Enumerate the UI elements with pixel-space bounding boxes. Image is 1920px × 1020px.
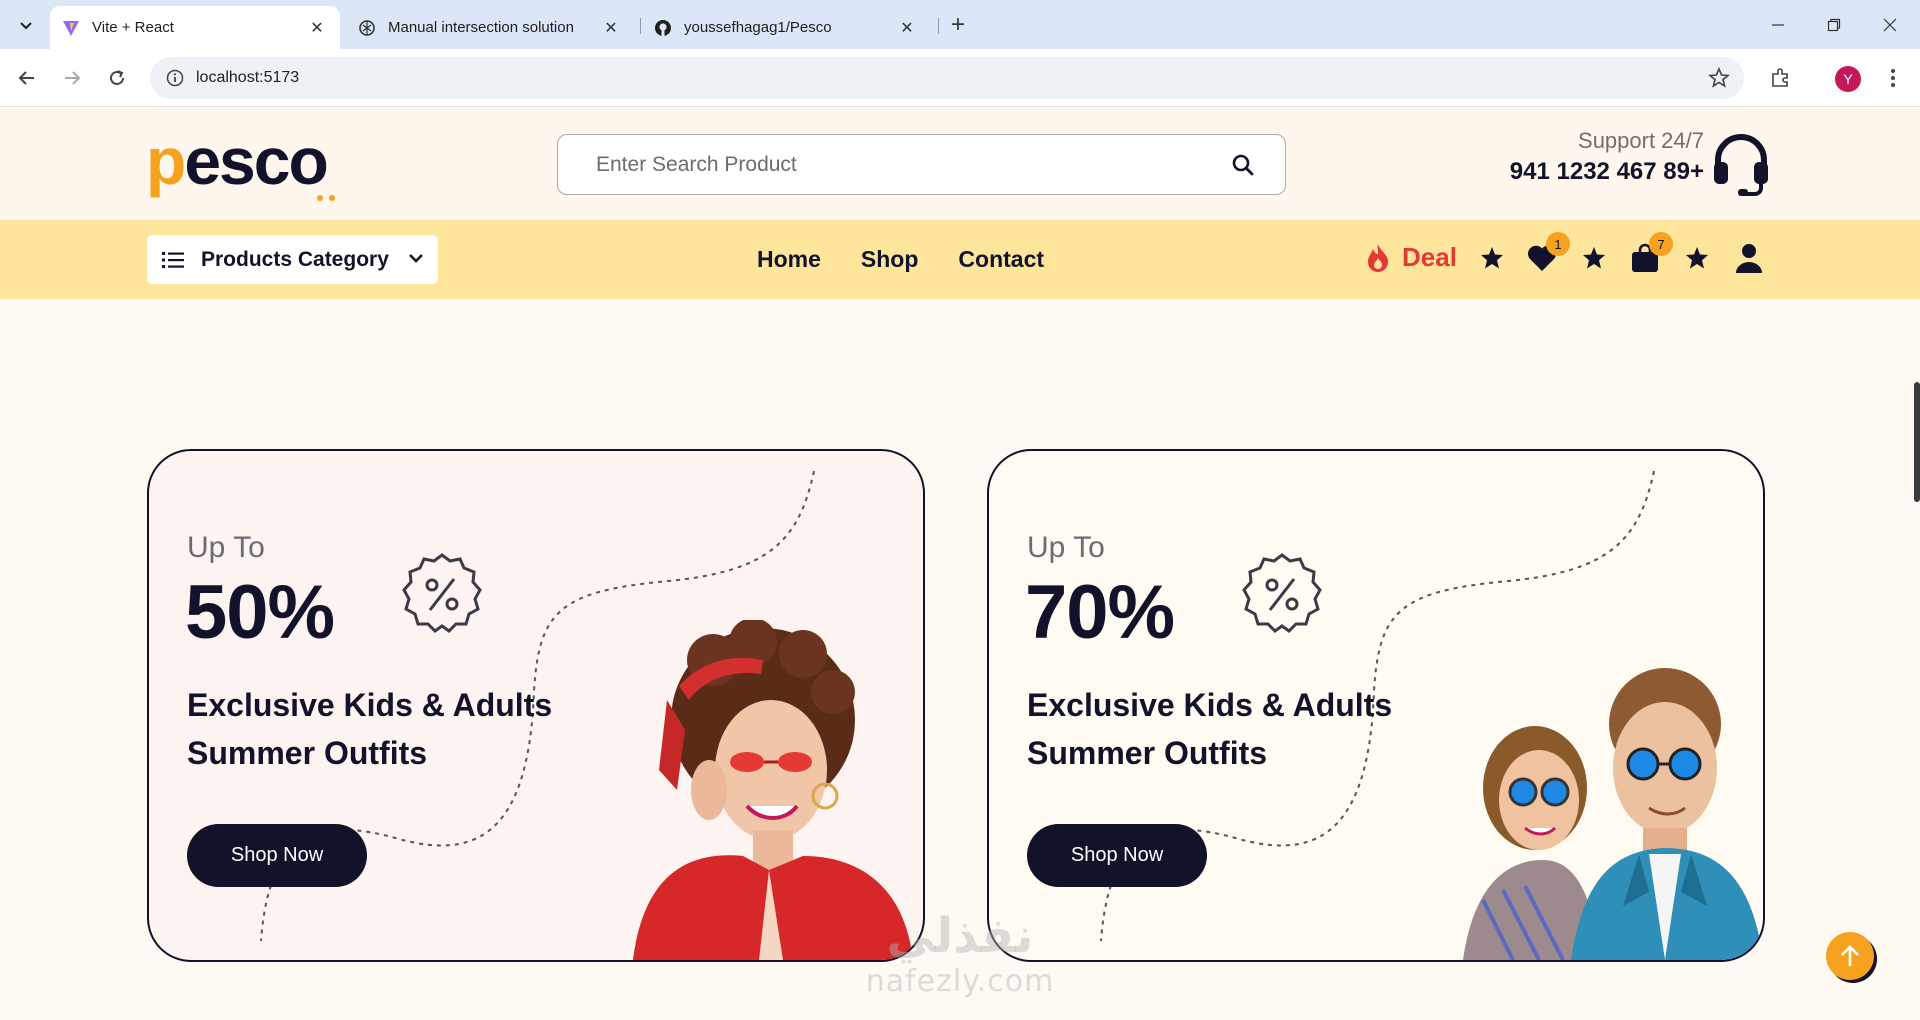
arrow-left-icon — [18, 71, 34, 85]
minimize-button[interactable] — [1750, 0, 1806, 49]
minimize-icon — [1772, 23, 1784, 26]
scroll-to-top-button[interactable] — [1826, 932, 1874, 980]
star-divider-icon — [1578, 242, 1610, 274]
watermark-arabic: نفذلي — [886, 908, 1034, 964]
close-icon — [1883, 18, 1897, 31]
discount-badge-icon — [402, 553, 482, 633]
main-navbar: Products Category Home Shop Contact Deal… — [0, 220, 1920, 299]
profile-avatar[interactable]: Y — [1835, 66, 1861, 92]
github-icon — [654, 19, 672, 37]
close-window-button[interactable] — [1862, 0, 1918, 49]
nafezly-watermark: نفذلي nafezly.com — [850, 908, 1070, 999]
account-button[interactable] — [1733, 242, 1765, 274]
promo-card-70: Up To 70% Exclusive Kids & Adults Summer… — [987, 449, 1765, 962]
search-box — [557, 134, 1286, 195]
wishlist-button[interactable]: 1 — [1526, 232, 1570, 274]
shop-now-button[interactable]: Shop Now — [1027, 824, 1207, 887]
page-scrollbar[interactable] — [1914, 108, 1920, 1020]
restore-button[interactable] — [1806, 0, 1862, 49]
forward-button[interactable] — [55, 61, 89, 95]
watermark-latin: nafezly.com — [865, 964, 1055, 999]
support-phone[interactable]: 941 1232 467 89+ — [1510, 158, 1704, 186]
close-tab-icon[interactable]: ✕ — [896, 17, 918, 39]
puzzle-icon — [1772, 68, 1788, 87]
promo-headline-line1: Exclusive Kids & Adults — [187, 687, 553, 723]
nav-link-contact[interactable]: Contact — [958, 246, 1044, 273]
nav-link-shop[interactable]: Shop — [861, 246, 919, 273]
search-input[interactable] — [596, 152, 1213, 177]
openai-icon — [358, 19, 376, 37]
support-label: Support 24/7 — [1578, 128, 1704, 153]
logo-p: p — [146, 124, 186, 198]
logo-dots-icon — [317, 195, 335, 201]
promo-percent: 50% — [185, 570, 335, 655]
tab-search-button[interactable] — [10, 9, 42, 41]
url-text[interactable]: localhost:5173 — [196, 69, 299, 87]
chevron-down-icon — [20, 22, 32, 30]
tab-manual-intersection[interactable]: Manual intersection solution ✕ — [346, 6, 634, 49]
new-tab-button[interactable]: + — [944, 11, 972, 39]
support-block: Support 24/7 941 1232 467 89+ — [1510, 128, 1704, 186]
logo-rest: esco — [184, 124, 328, 198]
tab-separator — [938, 18, 939, 34]
site-header: pesco Support 24/7 941 1232 467 89+ — [0, 108, 1920, 220]
promo-card-50: Up To 50% Exclusive Kids & Adults Summer… — [147, 449, 925, 962]
search-icon[interactable] — [1213, 135, 1273, 195]
promo-headline-line2: Summer Outfits — [1027, 735, 1268, 771]
tab-separator — [640, 18, 641, 34]
promo-up-to: Up To — [1027, 531, 1105, 564]
vite-icon — [62, 19, 80, 37]
browser-menu-button[interactable] — [1876, 61, 1910, 95]
couple-sunglasses-image — [1463, 668, 1763, 960]
headset-icon — [1714, 134, 1768, 196]
close-tab-icon[interactable]: ✕ — [306, 17, 328, 39]
chevron-down-icon — [406, 248, 426, 273]
cart-button[interactable]: 7 — [1629, 232, 1673, 274]
pesco-logo[interactable]: pesco — [146, 128, 346, 201]
tab-github-pesco[interactable]: youssefhagag1/Pesco ✕ — [642, 6, 930, 49]
promo-headline-line2: Summer Outfits — [187, 735, 428, 771]
deal-link[interactable]: Deal — [1366, 242, 1457, 273]
promo-percent: 70% — [1025, 570, 1175, 655]
user-icon — [1736, 244, 1762, 273]
cart-count-badge: 7 — [1649, 232, 1673, 256]
nav-link-home[interactable]: Home — [757, 246, 821, 273]
fire-icon — [1368, 243, 1388, 272]
arrow-up-icon — [1841, 945, 1859, 966]
reload-button[interactable] — [100, 61, 134, 95]
bookmark-star-icon[interactable] — [1707, 66, 1731, 94]
browser-tab-bar: Vite + React ✕ Manual intersection solut… — [0, 0, 1920, 49]
wishlist-count-badge: 1 — [1546, 232, 1570, 256]
primary-menu: Home Shop Contact — [757, 220, 1044, 299]
reload-icon — [110, 70, 124, 85]
restore-icon — [1827, 18, 1841, 31]
arrow-right-icon — [65, 71, 81, 85]
shop-now-button[interactable]: Shop Now — [187, 824, 367, 887]
star-divider-icon — [1476, 242, 1508, 274]
more-vertical-icon — [1891, 69, 1895, 87]
address-bar[interactable]: localhost:5173 — [150, 57, 1744, 99]
back-button[interactable] — [10, 61, 44, 95]
scrollbar-thumb[interactable] — [1914, 382, 1920, 502]
deal-label: Deal — [1402, 242, 1457, 272]
tab-title: youssefhagag1/Pesco — [684, 19, 832, 36]
site-info-icon[interactable] — [154, 57, 196, 99]
products-category-dropdown[interactable]: Products Category — [147, 235, 438, 284]
browser-toolbar: localhost:5173 Y — [0, 49, 1920, 107]
discount-badge-icon — [1242, 553, 1322, 633]
extensions-button[interactable] — [1764, 61, 1798, 95]
products-category-label: Products Category — [201, 247, 389, 271]
tab-title: Vite + React — [92, 19, 174, 36]
list-icon — [161, 248, 185, 272]
tab-vite-react[interactable]: Vite + React ✕ — [50, 6, 340, 49]
promo-headline-line1: Exclusive Kids & Adults — [1027, 687, 1393, 723]
tab-title: Manual intersection solution — [388, 19, 574, 36]
promo-up-to: Up To — [187, 531, 265, 564]
star-divider-icon — [1681, 242, 1713, 274]
close-tab-icon[interactable]: ✕ — [600, 17, 622, 39]
